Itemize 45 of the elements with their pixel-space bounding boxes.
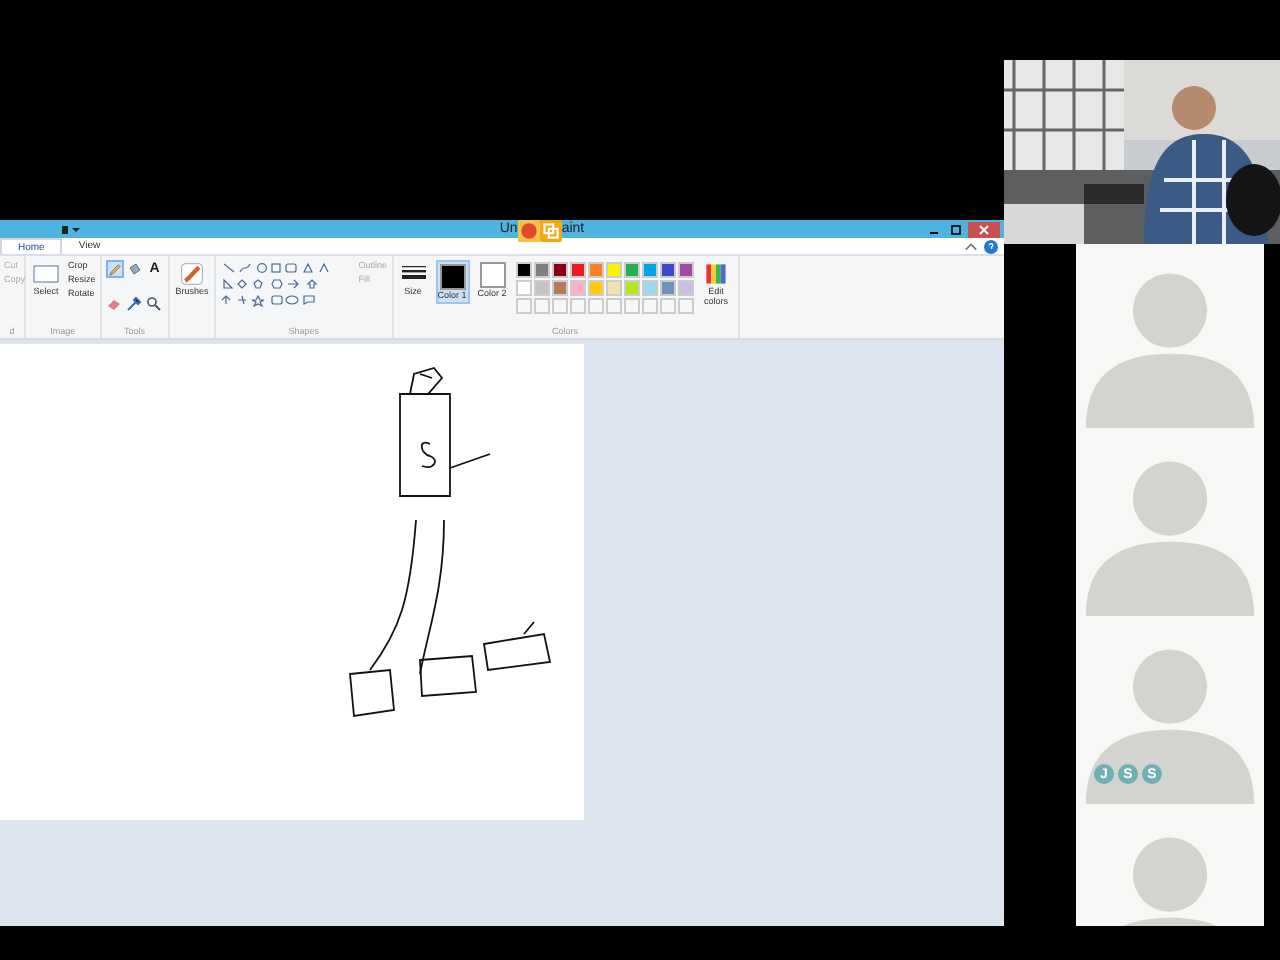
color-swatch[interactable] [641,262,658,278]
color-swatch[interactable] [533,280,550,296]
magnifier-tool[interactable] [145,294,164,312]
color-swatch[interactable] [587,262,604,278]
empty-swatch[interactable] [587,298,604,314]
quick-access-icon[interactable] [60,223,80,235]
empty-swatch[interactable] [641,298,658,314]
color-swatch[interactable] [551,280,568,296]
color-swatch[interactable] [533,262,550,278]
empty-swatch[interactable] [623,298,640,314]
empty-swatch[interactable] [569,298,586,314]
color-swatch[interactable] [569,280,586,296]
eraser-tool[interactable] [105,294,124,312]
empty-swatch[interactable] [515,298,532,314]
pencil-tool[interactable] [105,260,124,278]
color-swatch[interactable] [659,280,676,296]
window-icon[interactable] [539,220,562,242]
color-swatch[interactable] [605,280,622,296]
color-swatch[interactable] [623,262,640,278]
color-swatch[interactable] [641,280,658,296]
fill-tool[interactable] [125,260,144,278]
color-swatch[interactable] [515,280,532,296]
close-icon[interactable] [968,221,1000,237]
color-swatch[interactable] [551,262,568,278]
color-swatch[interactable] [515,262,532,278]
empty-swatch[interactable] [605,298,622,314]
empty-swatch[interactable] [659,298,676,314]
color-swatch[interactable] [659,262,676,278]
empty-swatch[interactable] [677,298,694,314]
browser-icon[interactable] [517,220,540,242]
color-swatch[interactable] [623,280,640,296]
selection-icon [32,262,60,286]
help-icon[interactable] [984,239,998,253]
brush-icon [178,262,207,286]
empty-swatch[interactable] [551,298,568,314]
color-swatch[interactable] [605,262,622,278]
color-swatch[interactable] [587,280,604,296]
collapse-ribbon-icon[interactable] [964,239,978,253]
color-swatch[interactable] [677,262,694,278]
color-swatch[interactable] [677,280,694,296]
picker-tool[interactable] [125,294,144,312]
rainbow-icon [702,262,731,286]
empty-swatch[interactable] [533,298,550,314]
restore-icon[interactable] [946,221,966,237]
color-swatch[interactable] [569,262,586,278]
